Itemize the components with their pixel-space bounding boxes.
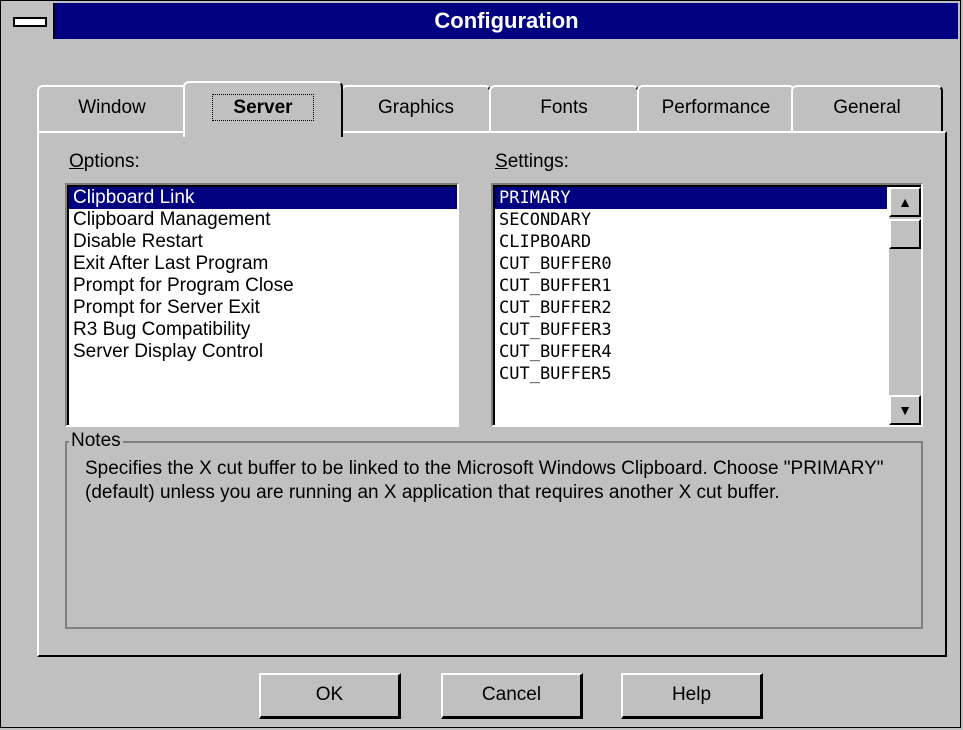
arrow-down-icon: ▼ bbox=[898, 402, 912, 418]
tab-window[interactable]: Window bbox=[37, 85, 187, 133]
list-item[interactable]: CUT_BUFFER4 bbox=[495, 341, 887, 363]
list-item[interactable]: Prompt for Server Exit bbox=[69, 297, 457, 319]
settings-label-accel: S bbox=[495, 151, 508, 172]
list-item[interactable]: CUT_BUFFER3 bbox=[495, 319, 887, 341]
tab-label: Performance bbox=[661, 97, 771, 118]
help-button[interactable]: Help bbox=[621, 673, 763, 719]
settings-label-rest: ettings: bbox=[507, 151, 569, 172]
system-menu-icon bbox=[13, 17, 47, 27]
scroll-down-button[interactable]: ▼ bbox=[889, 395, 921, 425]
arrow-up-icon: ▲ bbox=[898, 194, 912, 210]
cancel-button[interactable]: Cancel bbox=[441, 673, 583, 719]
list-item[interactable]: PRIMARY bbox=[495, 187, 887, 209]
title-bar[interactable]: Configuration bbox=[3, 3, 958, 39]
tab-label: Server bbox=[212, 94, 314, 121]
settings-listbox[interactable]: PRIMARY SECONDARY CLIPBOARD CUT_BUFFER0 CUT_… bbox=[491, 183, 923, 427]
list-item[interactable]: Disable Restart bbox=[69, 231, 457, 253]
settings-label: Settings: bbox=[495, 151, 569, 173]
notes-title: Notes bbox=[69, 430, 123, 452]
list-item[interactable]: CLIPBOARD bbox=[495, 231, 887, 253]
options-label-rest: ptions: bbox=[83, 151, 140, 172]
list-item[interactable]: CUT_BUFFER1 bbox=[495, 275, 887, 297]
settings-list-area: PRIMARY SECONDARY CLIPBOARD CUT_BUFFER0 CUT_… bbox=[493, 185, 921, 425]
options-label: Options: bbox=[69, 151, 140, 173]
tab-server[interactable]: Server bbox=[183, 81, 343, 137]
scroll-up-button[interactable]: ▲ bbox=[889, 187, 921, 217]
list-item[interactable]: CUT_BUFFER2 bbox=[495, 297, 887, 319]
configuration-dialog: Configuration Window Server Graphics Fon… bbox=[0, 0, 961, 728]
system-menu-button[interactable] bbox=[3, 3, 55, 39]
tab-label: Window bbox=[78, 97, 146, 118]
list-item[interactable]: Exit After Last Program bbox=[69, 253, 457, 275]
list-item[interactable]: R3 Bug Compatibility bbox=[69, 319, 457, 341]
list-item[interactable]: Clipboard Management bbox=[69, 209, 457, 231]
scroll-thumb[interactable] bbox=[889, 219, 921, 249]
list-item[interactable]: Server Display Control bbox=[69, 341, 457, 363]
list-item[interactable]: Clipboard Link bbox=[69, 187, 457, 209]
options-list: Clipboard Link Clipboard Management Disabl… bbox=[67, 185, 457, 425]
tab-label: Graphics bbox=[377, 97, 455, 118]
tab-performance[interactable]: Performance bbox=[637, 85, 795, 133]
tab-label: Fonts bbox=[540, 97, 588, 118]
ok-button[interactable]: OK bbox=[259, 673, 401, 719]
options-listbox[interactable]: Clipboard Link Clipboard Management Disabl… bbox=[65, 183, 459, 427]
list-item[interactable]: CUT_BUFFER0 bbox=[495, 253, 887, 275]
settings-list: PRIMARY SECONDARY CLIPBOARD CUT_BUFFER0 CUT_… bbox=[495, 187, 887, 385]
list-item[interactable]: Prompt for Program Close bbox=[69, 275, 457, 297]
tab-label: General bbox=[833, 97, 901, 118]
tab-general[interactable]: General bbox=[791, 85, 943, 133]
list-item[interactable]: SECONDARY bbox=[495, 209, 887, 231]
list-item[interactable]: CUT_BUFFER5 bbox=[495, 363, 887, 385]
options-label-accel: O bbox=[69, 151, 84, 172]
notes-text: Specifies the X cut buffer to be linked … bbox=[85, 458, 884, 503]
window-title: Configuration bbox=[434, 8, 579, 33]
notes-group: Notes Specifies the X cut buffer to be l… bbox=[65, 430, 923, 629]
tab-fonts[interactable]: Fonts bbox=[489, 85, 639, 133]
tab-graphics[interactable]: Graphics bbox=[341, 85, 491, 133]
settings-scrollbar[interactable]: ▲ ▼ bbox=[889, 187, 921, 425]
